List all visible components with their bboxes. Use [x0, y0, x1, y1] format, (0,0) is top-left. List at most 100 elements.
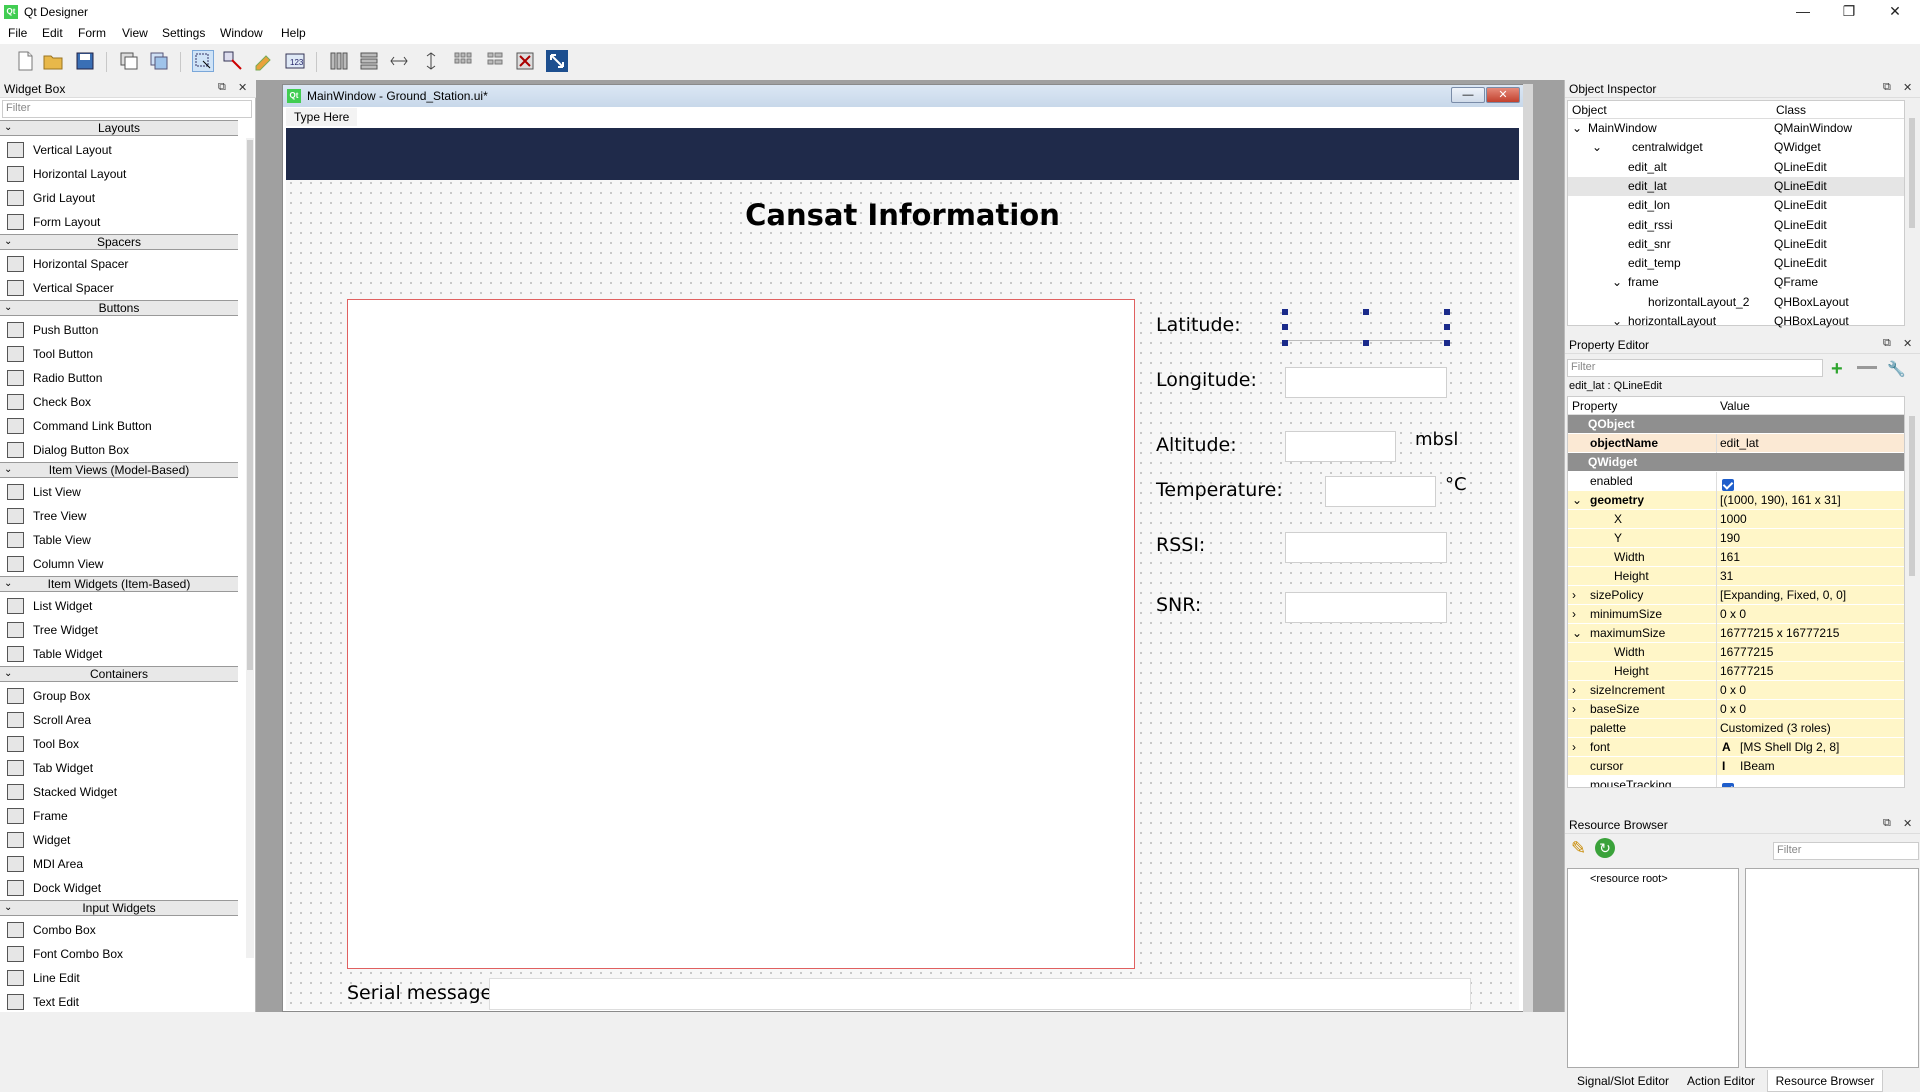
property-row[interactable]: palette Customized (3 roles)	[1568, 719, 1904, 738]
category-containers[interactable]: ⌄ Containers	[0, 666, 238, 682]
widget-item-push-button[interactable]: Push Button	[0, 318, 238, 342]
selection-handle[interactable]	[1282, 340, 1288, 346]
tree-row[interactable]: horizontalLayout_2 QHBoxLayout	[1568, 293, 1904, 312]
property-value[interactable]: edit_lat	[1720, 434, 1759, 453]
expand-icon[interactable]: ⌄	[1572, 119, 1582, 138]
property-row[interactable]: QObject	[1568, 415, 1904, 434]
edit-widgets-icon[interactable]	[192, 50, 214, 72]
widget-box-scroll-thumb[interactable]	[247, 140, 253, 670]
resource-tree[interactable]: <resource root>	[1567, 868, 1739, 1068]
adjust-size-icon[interactable]	[546, 50, 568, 72]
close-button[interactable]: ✕	[1872, 0, 1918, 24]
column-object[interactable]: Object	[1572, 103, 1607, 117]
snr-edit[interactable]	[1285, 592, 1447, 623]
top-navbar-frame[interactable]	[286, 128, 1519, 180]
checkbox[interactable]	[1722, 782, 1734, 787]
break-layout-icon[interactable]	[514, 50, 536, 72]
layout-splitter-h-icon[interactable]	[388, 50, 410, 72]
float-icon[interactable]: ⧉	[1883, 81, 1891, 94]
layout-vertical-icon[interactable]	[358, 50, 380, 72]
resource-filter-input[interactable]: Filter	[1773, 842, 1919, 860]
expand-icon[interactable]: ›	[1572, 586, 1576, 605]
property-row[interactable]: › sizeIncrement 0 x 0	[1568, 681, 1904, 700]
checkbox[interactable]	[1722, 478, 1734, 491]
menu-form[interactable]: Form	[78, 26, 106, 40]
widget-item-radio-button[interactable]: Radio Button	[0, 366, 238, 390]
tree-row[interactable]: ⌄ MainWindow QMainWindow	[1568, 119, 1904, 138]
property-row[interactable]: Height 16777215	[1568, 662, 1904, 681]
property-filter-input[interactable]: Filter	[1567, 359, 1823, 377]
property-row[interactable]: objectName edit_lat	[1568, 434, 1904, 453]
selection-handle[interactable]	[1444, 340, 1450, 346]
close-icon[interactable]: ✕	[1903, 817, 1912, 830]
copy-window-icon[interactable]	[118, 50, 140, 72]
menu-view[interactable]: View	[122, 26, 148, 40]
menu-edit[interactable]: Edit	[42, 26, 63, 40]
tree-row[interactable]: edit_snr QLineEdit	[1568, 235, 1904, 254]
form-window[interactable]: Qt MainWindow - Ground_Station.ui* — ✕ T…	[282, 84, 1524, 1012]
widget-item-tool-box[interactable]: Tool Box	[0, 732, 238, 756]
layout-form-icon[interactable]	[484, 50, 506, 72]
widget-item-text-edit[interactable]: Text Edit	[0, 990, 238, 1014]
property-value[interactable]: 16777215	[1720, 662, 1773, 681]
tree-row[interactable]: edit_rssi QLineEdit	[1568, 216, 1904, 235]
float-icon[interactable]: ⧉	[218, 81, 226, 94]
close-icon[interactable]: ✕	[1903, 81, 1912, 94]
selection-handle[interactable]	[1363, 309, 1369, 315]
property-row[interactable]: X 1000	[1568, 510, 1904, 529]
widget-item-horizontal-spacer[interactable]: Horizontal Spacer	[0, 252, 238, 276]
open-file-icon[interactable]	[42, 50, 64, 72]
remove-property-icon[interactable]	[1857, 366, 1877, 369]
expand-icon[interactable]: ›	[1572, 700, 1576, 719]
widget-item-combo-box[interactable]: Combo Box	[0, 918, 238, 942]
widget-item-vertical-spacer[interactable]: Vertical Spacer	[0, 276, 238, 300]
widget-item-check-box[interactable]: Check Box	[0, 390, 238, 414]
longitude-edit[interactable]	[1285, 367, 1447, 398]
property-row[interactable]: › baseSize 0 x 0	[1568, 700, 1904, 719]
widget-item-tool-button[interactable]: Tool Button	[0, 342, 238, 366]
selection-handle[interactable]	[1444, 324, 1450, 330]
expand-icon[interactable]: ›	[1572, 605, 1576, 624]
layout-grid-icon[interactable]	[452, 50, 474, 72]
property-value[interactable]: 31	[1720, 567, 1733, 586]
property-value[interactable]: Customized (3 roles)	[1720, 719, 1831, 738]
expand-icon[interactable]: ⌄	[1612, 312, 1622, 331]
category-layouts[interactable]: ⌄ Layouts	[0, 120, 238, 136]
selection-handle[interactable]	[1444, 309, 1450, 315]
widget-item-tab-widget[interactable]: Tab Widget	[0, 756, 238, 780]
latitude-edit[interactable]	[1282, 309, 1450, 346]
property-row[interactable]: ⌄ geometry [(1000, 190), 161 x 31]	[1568, 491, 1904, 510]
edit-signals-icon[interactable]	[222, 50, 244, 72]
property-row[interactable]: › minimumSize 0 x 0	[1568, 605, 1904, 624]
category-spacers[interactable]: ⌄ Spacers	[0, 234, 238, 250]
paste-window-icon[interactable]	[148, 50, 170, 72]
map-frame[interactable]	[347, 299, 1135, 969]
menu-settings[interactable]: Settings	[162, 26, 205, 40]
save-file-icon[interactable]	[74, 50, 96, 72]
float-icon[interactable]: ⧉	[1883, 337, 1891, 350]
widget-item-form-layout[interactable]: Form Layout	[0, 210, 238, 234]
close-icon[interactable]: ✕	[238, 81, 247, 94]
form-canvas[interactable]: Cansat Information Latitude: Longitude: …	[286, 128, 1519, 1010]
widget-item-horizontal-layout[interactable]: Horizontal Layout	[0, 162, 238, 186]
tree-row[interactable]: edit_temp QLineEdit	[1568, 254, 1904, 273]
property-value[interactable]: [Expanding, Fixed, 0, 0]	[1720, 586, 1846, 605]
close-icon[interactable]: ✕	[1903, 337, 1912, 350]
widget-item-mdi-area[interactable]: MDI Area	[0, 852, 238, 876]
edit-tab-order-icon[interactable]: 123	[284, 50, 306, 72]
tab-action-editor[interactable]: Action Editor	[1679, 1070, 1763, 1092]
widget-item-widget[interactable]: Widget	[0, 828, 238, 852]
column-class[interactable]: Class	[1776, 103, 1806, 117]
category-item-widgets-item-based[interactable]: ⌄ Item Widgets (Item-Based)	[0, 576, 238, 592]
maximize-button[interactable]: ❐	[1826, 0, 1872, 24]
minimize-button[interactable]: —	[1780, 0, 1826, 24]
tree-row[interactable]: ⌄ frame QFrame	[1568, 273, 1904, 292]
property-value[interactable]: 190	[1720, 529, 1740, 548]
layout-splitter-v-icon[interactable]	[420, 50, 442, 72]
property-value[interactable]: 0 x 0	[1720, 605, 1746, 624]
new-file-icon[interactable]	[14, 50, 36, 72]
widget-item-font-combo-box[interactable]: Font Combo Box	[0, 942, 238, 966]
property-row[interactable]: Height 31	[1568, 567, 1904, 586]
edit-buddies-icon[interactable]	[252, 50, 274, 72]
property-row[interactable]: Y 190	[1568, 529, 1904, 548]
